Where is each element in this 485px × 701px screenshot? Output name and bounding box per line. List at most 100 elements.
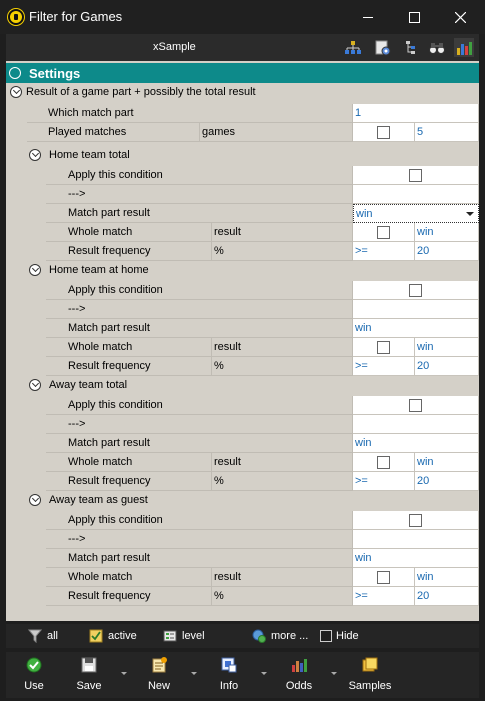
frequency-value-field[interactable]: 20 xyxy=(415,472,479,491)
group-header[interactable]: Away team as guest xyxy=(6,491,479,510)
filter-level-button[interactable]: level xyxy=(163,628,205,644)
group-row-freq[interactable]: Result frequency% >= 20 xyxy=(6,357,479,376)
info-dropdown-icon[interactable] xyxy=(261,672,267,675)
collapse-icon[interactable] xyxy=(29,264,41,276)
group-row-freq[interactable]: Result frequency% >= 20 xyxy=(6,242,479,261)
played-matches-field[interactable]: 5 xyxy=(415,123,479,142)
apply-condition-cell[interactable] xyxy=(353,281,479,300)
samples-button[interactable]: Samples xyxy=(342,657,398,693)
group-row-apply[interactable]: Apply this condition xyxy=(6,166,479,185)
apply-condition-checkbox[interactable] xyxy=(409,399,422,412)
whole-match-field[interactable]: win xyxy=(415,568,479,587)
match-part-field[interactable]: win xyxy=(353,319,479,338)
group-row-whole[interactable]: Whole match result win xyxy=(6,338,479,357)
arrow-field[interactable] xyxy=(353,185,479,204)
group-row-whole[interactable]: Whole match result win xyxy=(6,568,479,587)
frequency-value-field[interactable]: 20 xyxy=(415,587,479,606)
group-row-freq[interactable]: Result frequency% >= 20 xyxy=(6,472,479,491)
group-row-whole[interactable]: Whole match result win xyxy=(6,453,479,472)
frequency-operator-field[interactable]: >= xyxy=(353,587,415,606)
group-row-arrow[interactable]: ---> xyxy=(6,185,479,204)
group-row-freq[interactable]: Result frequency% >= 20 xyxy=(6,587,479,606)
new-dropdown-icon[interactable] xyxy=(191,672,197,675)
frequency-operator-field[interactable]: >= xyxy=(353,242,415,261)
settings-button[interactable] xyxy=(373,38,393,57)
save-button[interactable]: Save xyxy=(64,657,114,693)
whole-match-toggle-cell[interactable] xyxy=(353,223,415,242)
group-header[interactable]: Home team total xyxy=(6,146,479,165)
hide-checkbox[interactable] xyxy=(320,630,332,642)
new-button[interactable]: New xyxy=(134,657,184,693)
which-match-part-row[interactable]: Which match part 1 xyxy=(6,104,479,123)
whole-match-field[interactable]: win xyxy=(415,223,479,242)
whole-match-field[interactable]: win xyxy=(415,453,479,472)
group-row-whole[interactable]: Whole match result win xyxy=(6,223,479,242)
property-grid[interactable]: Settings Result of a game part + possibl… xyxy=(6,61,479,621)
collapse-icon[interactable] xyxy=(29,379,41,391)
use-button[interactable]: Use xyxy=(9,657,59,693)
arrow-field[interactable] xyxy=(353,415,479,434)
frequency-value-field[interactable]: 20 xyxy=(415,357,479,376)
save-dropdown-icon[interactable] xyxy=(121,672,127,675)
filter-all-button[interactable]: all xyxy=(28,628,58,644)
match-part-dropdown[interactable]: win xyxy=(353,204,479,223)
odds-button[interactable]: Odds xyxy=(274,657,324,693)
whole-match-toggle-cell[interactable] xyxy=(353,338,415,357)
collapse-icon[interactable] xyxy=(10,86,22,98)
whole-match-checkbox[interactable] xyxy=(377,226,390,239)
collapse-icon[interactable] xyxy=(29,149,41,161)
chart-button[interactable] xyxy=(454,38,474,57)
played-matches-row[interactable]: Played matches games 5 xyxy=(6,123,479,142)
group-row-arrow[interactable]: ---> xyxy=(6,300,479,319)
apply-condition-cell[interactable] xyxy=(353,166,479,185)
frequency-value-field[interactable]: 20 xyxy=(415,242,479,261)
whole-match-checkbox[interactable] xyxy=(377,341,390,354)
whole-match-checkbox[interactable] xyxy=(377,571,390,584)
apply-condition-cell[interactable] xyxy=(353,396,479,415)
group-row-apply[interactable]: Apply this condition xyxy=(6,511,479,530)
section-header[interactable]: Result of a game part + possibly the tot… xyxy=(6,83,479,102)
group-row-arrow[interactable]: ---> xyxy=(6,415,479,434)
group-header[interactable]: Away team total xyxy=(6,376,479,395)
group-row-match[interactable]: Match part result win xyxy=(6,549,479,568)
settings-category-header[interactable]: Settings xyxy=(6,63,479,83)
filter-more-button[interactable]: more ... xyxy=(252,628,308,644)
match-part-field[interactable]: win xyxy=(353,549,479,568)
hide-toggle[interactable]: Hide xyxy=(320,628,359,644)
arrow-field[interactable] xyxy=(353,530,479,549)
group-header[interactable]: Home team at home xyxy=(6,261,479,280)
group-row-apply[interactable]: Apply this condition xyxy=(6,281,479,300)
close-button[interactable] xyxy=(437,0,483,34)
odds-dropdown-icon[interactable] xyxy=(331,672,337,675)
group-row-match[interactable]: Match part result win xyxy=(6,434,479,453)
find-button[interactable] xyxy=(427,38,447,57)
tree-button[interactable] xyxy=(403,38,423,57)
hierarchy-button[interactable] xyxy=(343,38,363,57)
apply-condition-cell[interactable] xyxy=(353,511,479,530)
whole-match-checkbox[interactable] xyxy=(377,456,390,469)
apply-condition-checkbox[interactable] xyxy=(409,284,422,297)
collapse-icon[interactable] xyxy=(9,67,21,79)
whole-match-field[interactable]: win xyxy=(415,338,479,357)
maximize-button[interactable] xyxy=(391,0,437,34)
collapse-icon[interactable] xyxy=(29,494,41,506)
minimize-button[interactable] xyxy=(345,0,391,34)
group-row-match[interactable]: Match part result win xyxy=(6,319,479,338)
apply-condition-checkbox[interactable] xyxy=(409,514,422,527)
group-row-arrow[interactable]: ---> xyxy=(6,530,479,549)
group-row-apply[interactable]: Apply this condition xyxy=(6,396,479,415)
apply-condition-checkbox[interactable] xyxy=(409,169,422,182)
match-part-field[interactable]: win xyxy=(353,434,479,453)
frequency-operator-field[interactable]: >= xyxy=(353,472,415,491)
chevron-down-icon[interactable] xyxy=(466,212,474,216)
filter-active-button[interactable]: active xyxy=(89,628,137,644)
which-match-part-field[interactable]: 1 xyxy=(353,104,479,123)
frequency-operator-field[interactable]: >= xyxy=(353,357,415,376)
group-row-match[interactable]: Match part result win xyxy=(6,204,479,223)
whole-match-toggle-cell[interactable] xyxy=(353,453,415,472)
played-matches-toggle-cell[interactable] xyxy=(353,123,415,142)
info-button[interactable]: Info xyxy=(204,657,254,693)
whole-match-toggle-cell[interactable] xyxy=(353,568,415,587)
arrow-field[interactable] xyxy=(353,300,479,319)
played-matches-checkbox[interactable] xyxy=(377,126,390,139)
